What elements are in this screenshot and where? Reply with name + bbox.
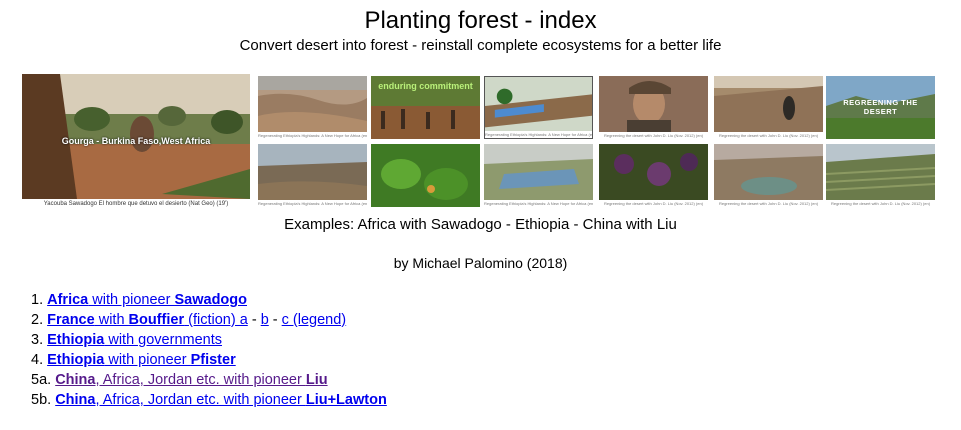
thumb-overlay-text: enduring commitment: [378, 81, 473, 91]
list-item: 4. Ethiopia with pioneer Pfister: [31, 350, 387, 370]
thumb-10[interactable]: Regreening the desert with John D. Liu (…: [599, 144, 708, 207]
list-number: 5a.: [31, 372, 52, 388]
thumb-4[interactable]: Regreening the desert with John D. Liu (…: [599, 76, 708, 139]
list-number: 4.: [31, 352, 44, 368]
list-number: 5b.: [31, 392, 52, 408]
examples-caption: Examples: Africa with Sawadogo - Ethiopi…: [284, 216, 677, 233]
list-number: 3.: [31, 332, 44, 348]
list-item: 3. Ethiopia with governments: [31, 330, 387, 350]
link-ethiopia-governments[interactable]: Ethiopia with governments: [47, 332, 222, 348]
thumb-5[interactable]: Regreening the desert with John D. Liu (…: [714, 76, 823, 139]
link-china-liu[interactable]: China, Africa, Jordan etc. with pioneer …: [55, 372, 327, 388]
list-item: 1. Africa with pioneer Sawadogo: [31, 290, 387, 310]
thumb-caption: Regreening the desert with John D. Liu (…: [599, 132, 708, 139]
page-title: Planting forest - index: [364, 7, 597, 34]
thumb-caption: Regreening the desert with John D. Liu (…: [826, 200, 935, 207]
page-subtitle: Convert desert into forest - reinstall c…: [239, 37, 722, 54]
thumb-caption: Regreening the desert with John D. Liu (…: [714, 200, 823, 207]
thumb-caption: Regreening the desert with John D. Liu (…: [599, 200, 708, 207]
thumb-caption: Regenerating Ethiopia's Highlands: A New…: [485, 131, 592, 138]
thumb-caption: Regreening the desert with John D. Liu (…: [714, 132, 823, 139]
thumb-overlay-text: REGREENING THE DESERT: [843, 98, 918, 116]
link-france-bouffier-a[interactable]: France with Bouffier (fiction) a: [47, 312, 248, 328]
thumb-8[interactable]: [371, 144, 480, 207]
list-item: 2. France with Bouffier (fiction) a - b …: [31, 312, 347, 328]
hero-overlay-text: Gourga - Burkina Faso,West Africa: [61, 136, 211, 146]
thumb-11[interactable]: Regreening the desert with John D. Liu (…: [714, 144, 823, 207]
thumb-caption: Regenerating Ethiopia's Highlands: A New…: [258, 200, 367, 207]
thumb-7[interactable]: Regenerating Ethiopia's Highlands: A New…: [258, 144, 367, 207]
thumb-3[interactable]: Regenerating Ethiopia's Highlands: A New…: [484, 76, 593, 139]
list-item: 5a. China, Africa, Jordan etc. with pion…: [31, 370, 387, 390]
link-france-bouffier-c[interactable]: c (legend): [282, 312, 346, 328]
thumb-1[interactable]: Regenerating Ethiopia's Highlands: A New…: [258, 76, 367, 139]
thumb-caption: Regenerating Ethiopia's Highlands: A New…: [258, 132, 367, 139]
link-ethiopia-pfister[interactable]: Ethiopia with pioneer Pfister: [47, 352, 236, 368]
link-china-liu-lawton[interactable]: China, Africa, Jordan etc. with pioneer …: [55, 392, 387, 408]
list-number: 1.: [31, 292, 44, 308]
thumb-2[interactable]: enduring commitment: [371, 76, 480, 139]
list-item: 5b. China, Africa, Jordan etc. with pion…: [31, 390, 387, 410]
byline: by Michael Palomino (2018): [393, 255, 568, 271]
link-france-bouffier-b[interactable]: b: [261, 312, 269, 328]
thumb-caption: Regenerating Ethiopia's Highlands: A New…: [484, 200, 593, 207]
chapter-list: 1. Africa with pioneer Sawadogo 2. Franc…: [31, 290, 387, 410]
hero-caption: Yacouba Sawadogo El hombre que detuvo el…: [43, 201, 229, 207]
link-africa-sawadogo[interactable]: Africa with pioneer Sawadogo: [47, 292, 247, 308]
hero-photo[interactable]: Gourga - Burkina Faso,West Africa: [22, 74, 250, 199]
list-number: 2.: [31, 312, 44, 328]
thumb-6[interactable]: REGREENING THE DESERT: [826, 76, 935, 139]
thumb-12[interactable]: Regreening the desert with John D. Liu (…: [826, 144, 935, 207]
thumb-9[interactable]: Regenerating Ethiopia's Highlands: A New…: [484, 144, 593, 207]
